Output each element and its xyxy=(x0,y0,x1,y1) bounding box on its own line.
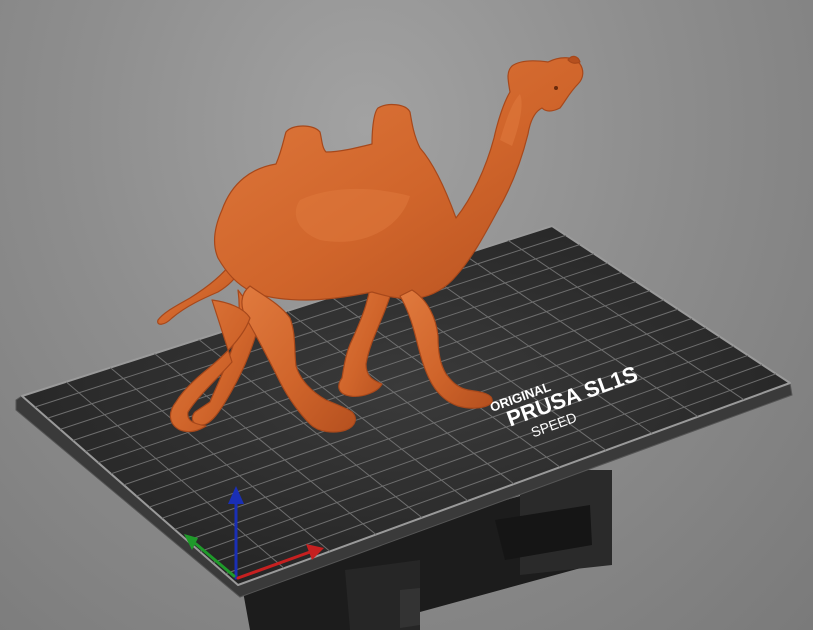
scene-canvas[interactable]: ORIGINAL PRUSA SL1S SPEED xyxy=(0,0,813,630)
3d-viewport[interactable]: ORIGINAL PRUSA SL1S SPEED xyxy=(0,0,813,630)
camel-eye xyxy=(554,86,558,90)
